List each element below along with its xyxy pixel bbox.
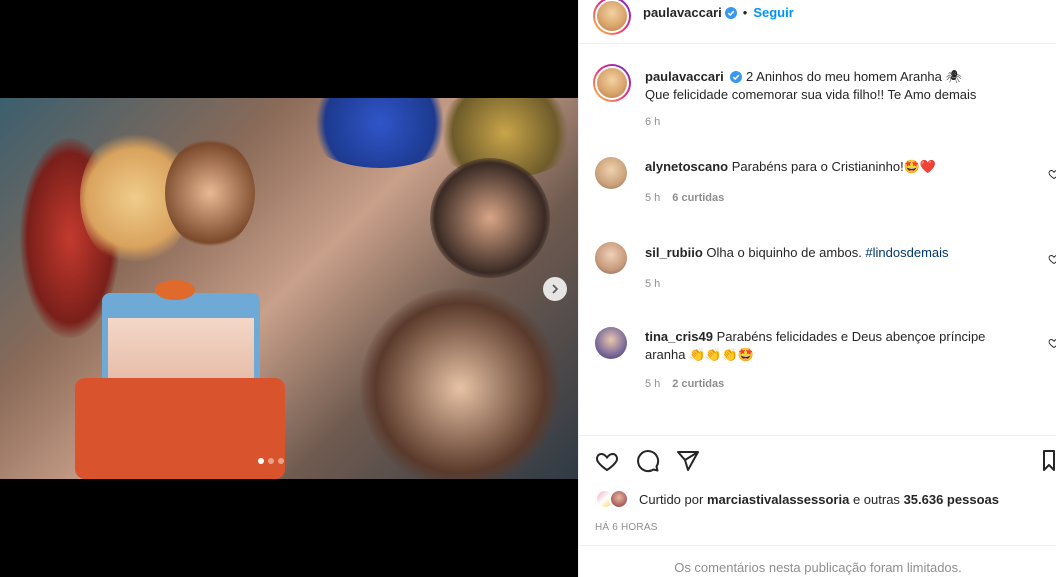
caption-author-username[interactable]: paulavaccari: [645, 69, 724, 84]
carousel-indicator: [258, 458, 284, 464]
chevron-right-icon: [552, 284, 559, 294]
comment-text: Olha o biquinho de ambos.: [706, 245, 866, 260]
liked-by-conjunction: e outras: [852, 491, 900, 507]
comment-likes[interactable]: 2 curtidas: [672, 378, 724, 390]
comment-item: tina_cris49 Parabéns felicidades e Deus …: [645, 328, 1035, 390]
comment-time[interactable]: 5 h: [645, 378, 660, 390]
verified-badge-icon: [724, 6, 737, 19]
verified-badge-icon: [730, 71, 743, 83]
share-send-icon[interactable]: [676, 449, 700, 473]
carousel-dot: [278, 458, 284, 464]
post-header: paulavaccari • Seguir: [579, 0, 1056, 44]
comment-time[interactable]: 5 h: [645, 278, 660, 290]
post-photo[interactable]: [0, 98, 578, 479]
liked-by-prefix: Curtido por: [639, 491, 704, 507]
comment-username[interactable]: alynetoscano: [645, 159, 728, 174]
media-area: [0, 0, 578, 577]
caption-block: paulavaccari 2 Aninhos do meu homem Aran…: [645, 68, 1045, 128]
comment-like-heart-icon[interactable]: [1048, 168, 1056, 180]
caption-author-avatar[interactable]: [593, 64, 631, 102]
post-timestamp[interactable]: HÁ 6 HORAS: [595, 522, 658, 533]
likes-count[interactable]: 35.636 pessoas: [904, 492, 999, 507]
liked-by-row: Curtido por marciastivalassessoria e out…: [595, 489, 999, 509]
liked-by-username[interactable]: marciastivalassessoria: [707, 492, 849, 507]
comment-item: alynetoscano Parabéns para o Cristianinh…: [645, 158, 1035, 204]
comment-like-heart-icon[interactable]: [1048, 253, 1056, 265]
comment-icon[interactable]: [636, 449, 660, 473]
liker-avatar[interactable]: [609, 489, 629, 509]
comment-text: Parabéns para o Cristianinho!🤩❤️: [731, 159, 937, 174]
comment-like-heart-icon[interactable]: [1048, 337, 1056, 349]
comment-username[interactable]: tina_cris49: [645, 329, 713, 344]
carousel-dot: [268, 458, 274, 464]
comment-text: Parabéns felicidades e Deus abençoe prín…: [716, 329, 986, 344]
caption-text: 2 Aninhos do meu homem Aranha 🕷: [746, 69, 962, 84]
caption-time[interactable]: 6 h: [645, 116, 1045, 128]
comment-username[interactable]: sil_rubiio: [645, 245, 703, 260]
save-bookmark-icon[interactable]: [1041, 449, 1056, 473]
carousel-next-button[interactable]: [543, 277, 567, 301]
instagram-post-modal: paulavaccari • Seguir paulavaccari 2 Ani…: [0, 0, 1056, 577]
caption-text-line2: Que felicidade comemorar sua vida filho!…: [645, 87, 977, 102]
like-heart-icon[interactable]: [595, 449, 619, 473]
comments-limited-notice: Os comentários nesta publicação foram li…: [579, 545, 1056, 577]
header-bullet: •: [742, 5, 748, 20]
author-username[interactable]: paulavaccari: [643, 5, 722, 20]
comment-hashtag-link[interactable]: #lindosdemais: [865, 245, 948, 260]
author-avatar[interactable]: [593, 0, 631, 35]
commenter-avatar[interactable]: [595, 157, 627, 189]
follow-button[interactable]: Seguir: [753, 5, 793, 20]
comment-likes[interactable]: 6 curtidas: [672, 192, 724, 204]
comment-time[interactable]: 5 h: [645, 192, 660, 204]
post-side-panel: paulavaccari • Seguir paulavaccari 2 Ani…: [578, 0, 1056, 577]
comment-item: sil_rubiio Olha o biquinho de ambos. #li…: [645, 244, 1035, 290]
comment-text-line2: aranha 👏👏👏🤩: [645, 347, 754, 362]
commenter-avatar[interactable]: [595, 327, 627, 359]
commenter-avatar[interactable]: [595, 242, 627, 274]
carousel-dot: [258, 458, 264, 464]
